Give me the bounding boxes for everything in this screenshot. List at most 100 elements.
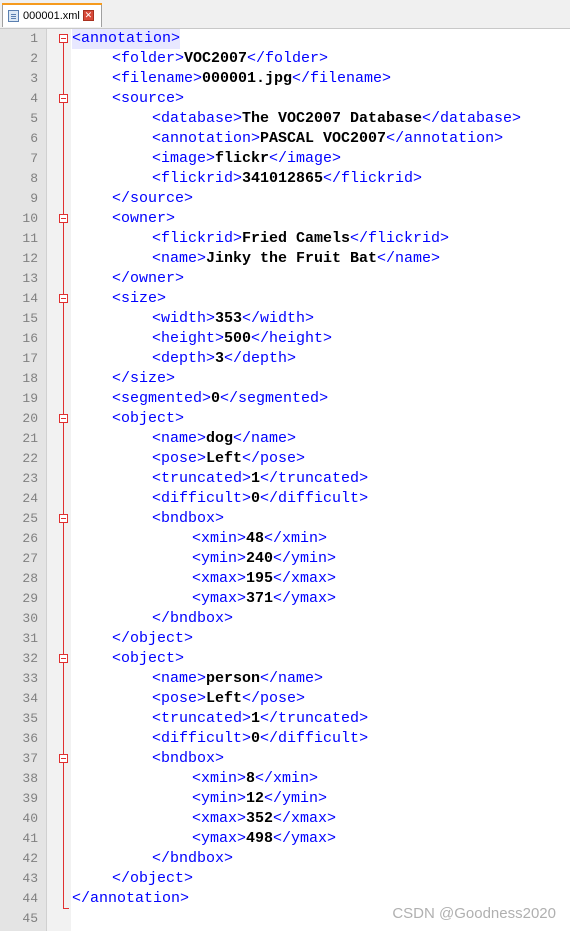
xml-open-tag: <bndbox>	[152, 750, 225, 767]
code-text: <flickrid>Fried Camels</flickrid>	[152, 229, 449, 249]
code-line[interactable]: 8 <flickrid>341012865</flickrid>	[0, 169, 570, 189]
fold-toggle-icon[interactable]	[59, 214, 68, 223]
code-line[interactable]: 39 <ymin>12</ymin>	[0, 789, 570, 809]
code-line[interactable]: 36 <difficult>0</difficult>	[0, 729, 570, 749]
xml-close-tag: </depth>	[224, 350, 297, 367]
tab-000001-xml[interactable]: 000001.xml ✕	[2, 3, 102, 27]
fold-toggle-icon[interactable]	[59, 294, 68, 303]
code-line[interactable]: 31 </object>	[0, 629, 570, 649]
xml-open-tag: <pose>	[152, 690, 207, 707]
fold-toggle-icon[interactable]	[59, 654, 68, 663]
code-line[interactable]: 4 <source>	[0, 89, 570, 109]
code-line[interactable]: 26 <xmin>48</xmin>	[0, 529, 570, 549]
code-line[interactable]: 25 <bndbox>	[0, 509, 570, 529]
code-text: <filename>000001.jpg</filename>	[112, 69, 391, 89]
xml-close-tag: </truncated>	[260, 470, 369, 487]
code-line[interactable]: 10 <owner>	[0, 209, 570, 229]
code-line[interactable]: 3 <filename>000001.jpg</filename>	[0, 69, 570, 89]
code-line[interactable]: 28 <xmax>195</xmax>	[0, 569, 570, 589]
fold-toggle-icon[interactable]	[59, 414, 68, 423]
xml-close-tag: </database>	[422, 110, 522, 127]
line-number: 7	[30, 151, 38, 166]
line-number: 35	[22, 711, 38, 726]
code-line[interactable]: 20 <object>	[0, 409, 570, 429]
xml-open-tag: <difficult>	[152, 490, 252, 507]
code-line[interactable]: 41 <ymax>498</ymax>	[0, 829, 570, 849]
code-line[interactable]: 11 <flickrid>Fried Camels</flickrid>	[0, 229, 570, 249]
code-line[interactable]: 33 <name>person</name>	[0, 669, 570, 689]
fold-toggle-icon[interactable]	[59, 754, 68, 763]
code-line[interactable]: 27 <ymin>240</ymin>	[0, 549, 570, 569]
code-line[interactable]: 29 <ymax>371</ymax>	[0, 589, 570, 609]
code-line[interactable]: 6 <annotation>PASCAL VOC2007</annotation>	[0, 129, 570, 149]
code-line[interactable]: 18 </size>	[0, 369, 570, 389]
xml-open-tag: <object>	[112, 650, 185, 667]
code-line[interactable]: 7 <image>flickr</image>	[0, 149, 570, 169]
code-line[interactable]: 19 <segmented>0</segmented>	[0, 389, 570, 409]
xml-value: 353	[215, 310, 243, 327]
xml-close-tag: </object>	[112, 870, 194, 887]
line-number: 44	[22, 891, 38, 906]
code-text: <difficult>0</difficult>	[152, 489, 368, 509]
code-line[interactable]: 2 <folder>VOC2007</folder>	[0, 49, 570, 69]
line-number: 9	[30, 191, 38, 206]
line-number: 19	[22, 391, 38, 406]
code-line[interactable]: 17 <depth>3</depth>	[0, 349, 570, 369]
xml-value: 500	[224, 330, 252, 347]
code-line[interactable]: 42 </bndbox>	[0, 849, 570, 869]
line-number: 4	[30, 91, 38, 106]
xml-close-tag: </annotation>	[72, 890, 190, 907]
code-line[interactable]: 34 <pose>Left</pose>	[0, 689, 570, 709]
code-line[interactable]: 35 <truncated>1</truncated>	[0, 709, 570, 729]
fold-toggle-icon[interactable]	[59, 34, 68, 43]
fold-toggle-icon[interactable]	[59, 94, 68, 103]
code-line[interactable]: 14 <size>	[0, 289, 570, 309]
xml-open-tag: <database>	[152, 110, 243, 127]
xml-value: 12	[246, 790, 265, 807]
line-number: 41	[22, 831, 38, 846]
code-text: <database>The VOC2007 Database</database…	[152, 109, 521, 129]
xml-value: Fried Camels	[242, 230, 351, 247]
xml-value: PASCAL VOC2007	[260, 130, 387, 147]
code-line[interactable]: 30 </bndbox>	[0, 609, 570, 629]
xml-close-tag: </difficult>	[260, 490, 369, 507]
code-line[interactable]: 24 <difficult>0</difficult>	[0, 489, 570, 509]
xml-value: 195	[246, 570, 274, 587]
code-line[interactable]: 22 <pose>Left</pose>	[0, 449, 570, 469]
code-line[interactable]: 23 <truncated>1</truncated>	[0, 469, 570, 489]
code-line[interactable]: 9 </source>	[0, 189, 570, 209]
code-text: <pose>Left</pose>	[152, 449, 305, 469]
code-text: </bndbox>	[152, 849, 233, 869]
code-line[interactable]: 37 <bndbox>	[0, 749, 570, 769]
close-icon[interactable]: ✕	[82, 10, 94, 21]
xml-value: 1	[251, 710, 261, 727]
code-line[interactable]: 16 <height>500</height>	[0, 329, 570, 349]
code-line[interactable]: 12 <name>Jinky the Fruit Bat</name>	[0, 249, 570, 269]
xml-close-tag: </folder>	[247, 50, 329, 67]
code-line[interactable]: 13 </owner>	[0, 269, 570, 289]
line-number: 21	[22, 431, 38, 446]
code-line[interactable]: 38 <xmin>8</xmin>	[0, 769, 570, 789]
code-line[interactable]: 32 <object>	[0, 649, 570, 669]
fold-toggle-icon[interactable]	[59, 514, 68, 523]
xml-close-tag: </filename>	[292, 70, 392, 87]
line-number: 20	[22, 411, 38, 426]
line-number: 39	[22, 791, 38, 806]
xml-value: person	[206, 670, 261, 687]
code-editor[interactable]: 1 <annotation> 2 <folder>VOC2007</folder> 3 <…	[0, 29, 570, 931]
code-text: <xmax>352</xmax>	[192, 809, 336, 829]
xml-close-tag: </xmin>	[264, 530, 328, 547]
code-line[interactable]: 1 <annotation>	[0, 29, 570, 49]
xml-open-tag: <flickrid>	[152, 170, 243, 187]
code-line[interactable]: 40 <xmax>352</xmax>	[0, 809, 570, 829]
code-line[interactable]: 15 <width>353</width>	[0, 309, 570, 329]
xml-open-tag: <truncated>	[152, 470, 252, 487]
xml-open-tag: <size>	[112, 290, 167, 307]
line-number: 10	[22, 211, 38, 226]
code-line[interactable]: 5 <database>The VOC2007 Database</databas…	[0, 109, 570, 129]
code-line[interactable]: 21 <name>dog</name>	[0, 429, 570, 449]
xml-close-tag: </bndbox>	[152, 850, 234, 867]
code-text: </object>	[112, 629, 193, 649]
xml-value: 0	[211, 390, 221, 407]
code-line[interactable]: 43 </object>	[0, 869, 570, 889]
